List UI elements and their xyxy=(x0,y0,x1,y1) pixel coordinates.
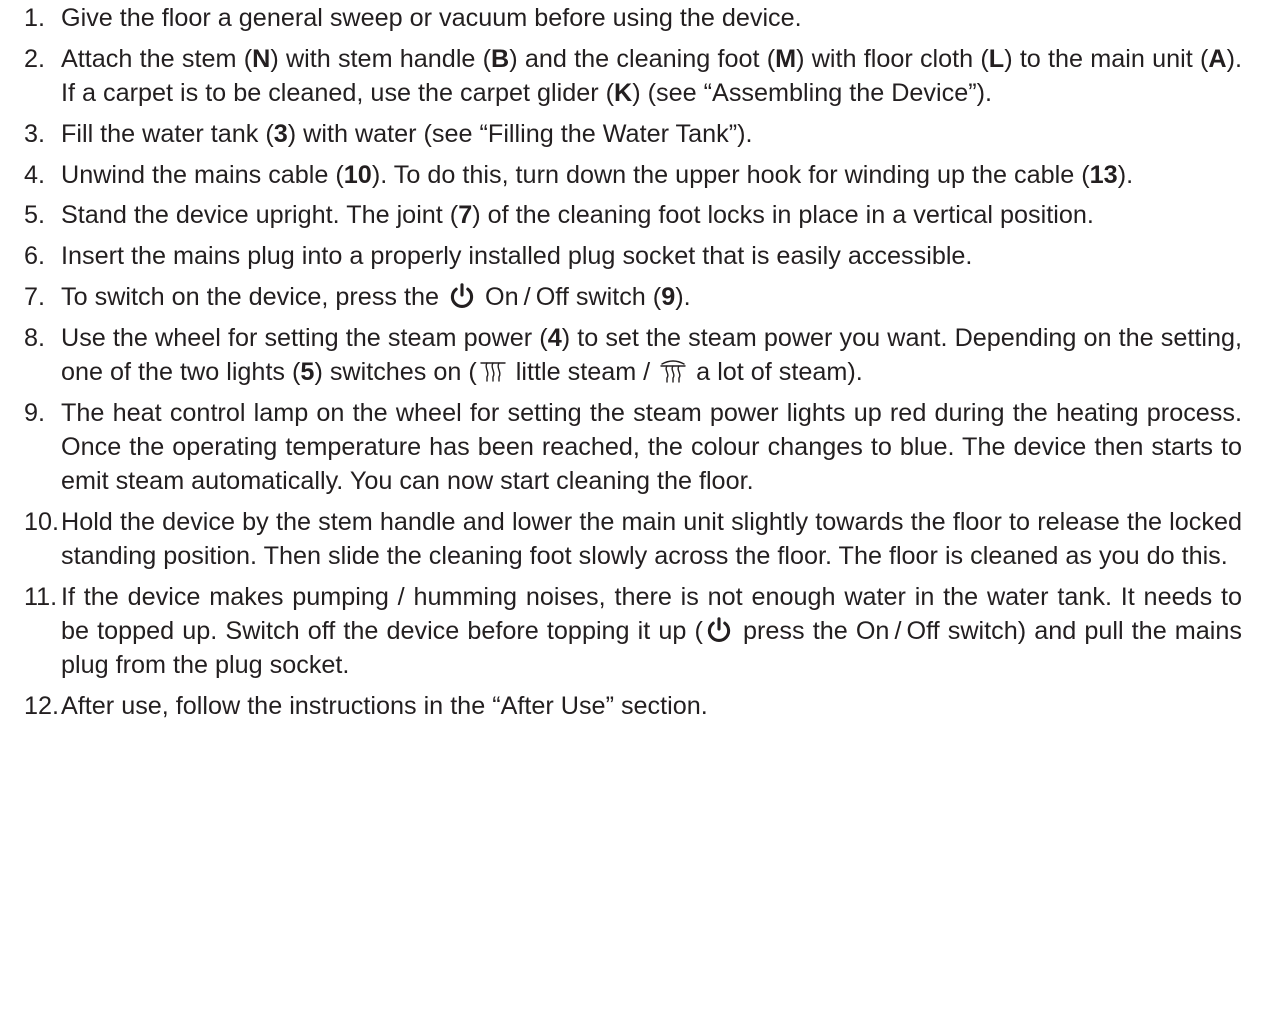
step-text-run: ). To do this, turn down the upper hook … xyxy=(371,160,1090,189)
part-reference: L xyxy=(988,44,1005,73)
step-number: 11. xyxy=(24,582,58,611)
step-text-run: Attach the stem ( xyxy=(61,44,253,73)
step-text-run: ) switches on ( xyxy=(314,357,477,386)
step-text-run: ) (see “As­sembling the Device”). xyxy=(632,79,992,107)
step-text-run: Stand the device upright. The joint ( xyxy=(61,201,459,230)
step-text: Stand the device upright. The joint (7) … xyxy=(61,198,1242,232)
instruction-step: 3. Fill the water tank (3) with water (s… xyxy=(24,117,1242,151)
step-text-run: After use, follow the instructions in th… xyxy=(61,692,708,721)
step-text-run: a lot of steam). xyxy=(689,357,863,386)
step-number: 7. xyxy=(24,282,46,311)
step-text-run: ) with stem handle ( xyxy=(270,44,492,73)
instruction-step: 2. Attach the stem (N) with stem handle … xyxy=(24,42,1242,110)
step-text: Use the wheel for setting the steam powe… xyxy=(61,321,1242,389)
step-text: Give the floor a general sweep or vacuum… xyxy=(61,1,1242,35)
step-text: Attach the stem (N) with stem handle (B)… xyxy=(61,42,1242,110)
instruction-step: 7. To switch on the device, press the On… xyxy=(24,280,1242,314)
step-text-run: ). xyxy=(1117,160,1134,189)
instruction-step: 10. Hold the device by the stem handle a… xyxy=(24,505,1242,573)
step-text: Fill the water tank (3) with water (see … xyxy=(61,117,1242,151)
step-text: Hold the device by the stem handle and l… xyxy=(61,505,1242,573)
instruction-step: 6. Insert the mains plug into a properly… xyxy=(24,239,1242,273)
instruction-step: 1. Give the floor a general sweep or vac… xyxy=(24,1,1242,35)
step-number: 6. xyxy=(24,242,46,271)
part-reference: M xyxy=(775,44,797,73)
step-text-run: ) of the cleaning foot locks in place in… xyxy=(472,201,1094,230)
part-reference: 13 xyxy=(1089,160,1118,189)
instruction-step: 8. Use the wheel for setting the steam p… xyxy=(24,321,1242,389)
step-text: The heat control lamp on the wheel for s… xyxy=(61,396,1242,499)
part-reference: K xyxy=(614,79,633,107)
part-reference: N xyxy=(252,44,271,73)
step-text: Insert the mains plug into a properly in… xyxy=(61,239,1242,273)
step-number: 2. xyxy=(24,44,46,73)
step-text-run: On / Off switch ( xyxy=(478,282,662,311)
step-text-run: Fill the water tank ( xyxy=(61,119,274,148)
step-text-run: ). xyxy=(675,282,691,311)
step-text-run: To switch on the device, press the xyxy=(61,282,447,311)
instruction-step: 4. Unwind the mains cable (10). To do th… xyxy=(24,158,1242,192)
step-number: 10. xyxy=(24,507,60,536)
step-text-run: Use the wheel for setting the steam powe… xyxy=(61,323,548,352)
power-icon xyxy=(703,617,735,645)
part-reference: 3 xyxy=(273,119,288,148)
power-icon xyxy=(446,283,478,311)
part-reference: 9 xyxy=(661,282,676,311)
step-text: If the device makes pumping / humming no… xyxy=(61,580,1242,683)
steam-high-icon xyxy=(657,358,689,386)
part-reference: B xyxy=(491,44,510,73)
step-text-run: Insert the mains plug into a properly in… xyxy=(61,242,973,271)
step-text-run: ) with water (see “Filling the Water Tan… xyxy=(287,119,753,148)
part-reference: 7 xyxy=(458,201,473,230)
instruction-step: 5. Stand the device upright. The joint (… xyxy=(24,198,1242,232)
steam-low-icon xyxy=(477,358,509,386)
step-number: 3. xyxy=(24,119,46,148)
part-reference: 5 xyxy=(300,357,315,386)
step-number: 9. xyxy=(24,398,46,427)
instruction-step: 11. If the device makes pumping / hummin… xyxy=(24,580,1242,683)
step-number: 12. xyxy=(24,692,60,721)
step-text: To switch on the device, press the On / … xyxy=(61,280,1242,314)
step-text-run: ) to the main unit ( xyxy=(1004,44,1209,73)
step-text: After use, follow the instructions in th… xyxy=(61,689,1242,723)
step-number: 4. xyxy=(24,160,46,189)
step-text-run: The heat control lamp on the wheel for s… xyxy=(61,398,1242,496)
part-reference: 10 xyxy=(343,160,372,189)
step-number: 8. xyxy=(24,323,46,352)
step-text-run: Give the floor a general sweep or vacuum… xyxy=(61,4,802,32)
instruction-page: 1. Give the floor a general sweep or vac… xyxy=(0,0,1267,1032)
step-text-run: ) with floor cloth ( xyxy=(796,44,989,73)
instruction-list: 1. Give the floor a general sweep or vac… xyxy=(24,1,1242,723)
part-reference: 4 xyxy=(547,323,562,352)
instruction-step: 12. After use, follow the instructions i… xyxy=(24,689,1242,723)
instruction-step: 9. The heat control lamp on the wheel fo… xyxy=(24,396,1242,499)
part-reference: A xyxy=(1208,44,1227,73)
step-text-run: Unwind the mains cable ( xyxy=(61,160,344,189)
step-number: 5. xyxy=(24,201,46,230)
step-text-run: ) and the cleaning foot ( xyxy=(509,44,776,73)
step-text-run: Hold the device by the stem handle and l… xyxy=(61,507,1242,571)
step-text-run: little steam / xyxy=(508,357,658,386)
step-number: 1. xyxy=(24,4,46,32)
step-text: Unwind the mains cable (10). To do this,… xyxy=(61,158,1242,192)
